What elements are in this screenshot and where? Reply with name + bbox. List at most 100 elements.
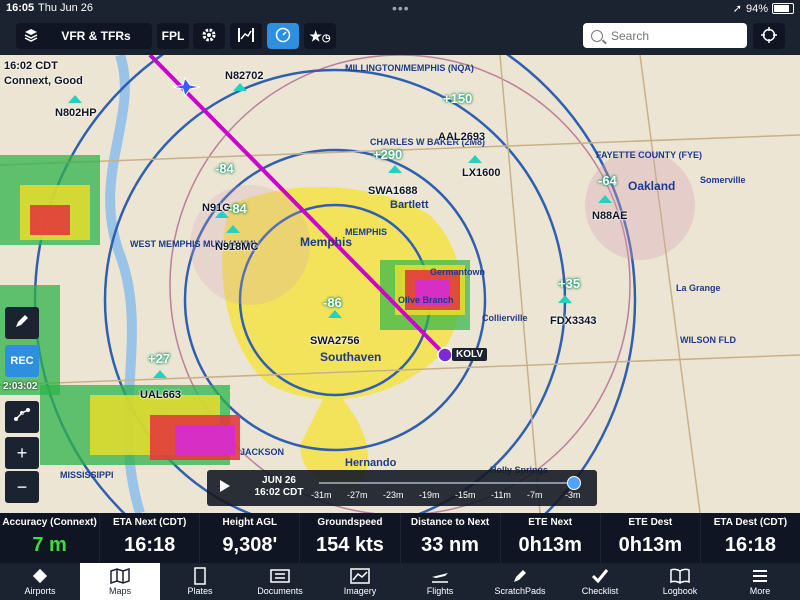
- timeline-tick: -31m: [311, 490, 332, 500]
- traffic-label[interactable]: UAL663: [140, 389, 181, 401]
- instrument-eta-dest[interactable]: ETA Dest (CDT) 16:18: [701, 513, 800, 563]
- map-toolbar: VFR & TFRs FPL ★◷: [0, 18, 800, 55]
- traffic-altitude: -84: [228, 201, 247, 216]
- timeline-track[interactable]: [319, 482, 577, 484]
- play-button[interactable]: [213, 476, 237, 500]
- map-header-source: Connext, Good: [4, 75, 83, 87]
- weather-animation-timeline: JUN 26 16:02 CDT -31m -27m -23m -19m -15…: [207, 470, 597, 506]
- instrument-label: ETA Dest (CDT): [713, 517, 788, 528]
- timeline-scrubber-handle[interactable]: [567, 476, 581, 490]
- annotate-button[interactable]: [5, 307, 39, 339]
- search-input[interactable]: [609, 27, 743, 44]
- tab-flights[interactable]: Flights: [400, 563, 480, 600]
- track-log-record-button[interactable]: REC: [5, 345, 39, 377]
- instrument-label: ETE Next: [528, 517, 573, 528]
- location-arrow-icon: ➚: [732, 3, 742, 15]
- tab-imagery[interactable]: Imagery: [320, 563, 400, 600]
- tab-label: Airports: [24, 586, 56, 596]
- map-label: Collierville: [482, 313, 528, 323]
- tab-logbook[interactable]: Logbook: [640, 563, 720, 600]
- map-header-time: 16:02 CDT: [4, 60, 58, 72]
- traffic-label[interactable]: AAL2693: [438, 131, 485, 143]
- tab-checklist[interactable]: Checklist: [560, 563, 640, 600]
- tab-maps[interactable]: Maps: [80, 563, 160, 600]
- favorites-recents-button[interactable]: ★◷: [304, 23, 336, 49]
- instrument-value: 16:18: [124, 534, 176, 556]
- route-icon: [13, 407, 31, 428]
- instrument-value: 0h13m: [618, 534, 682, 556]
- instrument-label: Distance to Next: [410, 517, 490, 528]
- instrument-distance-next[interactable]: Distance to Next 33 nm: [401, 513, 501, 563]
- map-layer-button[interactable]: VFR & TFRs: [16, 23, 152, 49]
- search-box[interactable]: [583, 23, 747, 48]
- profile-view-icon: [237, 27, 255, 46]
- instrument-groundspeed[interactable]: Groundspeed 154 kts: [300, 513, 401, 563]
- traffic-altitude: +290: [373, 147, 403, 162]
- instrument-eta-next[interactable]: ETA Next (CDT) 16:18: [100, 513, 201, 563]
- instrument-value: 0h13m: [518, 534, 582, 556]
- zoom-out-button[interactable]: −: [5, 471, 39, 503]
- plus-icon: +: [16, 442, 28, 463]
- flights-icon: [430, 567, 450, 585]
- route-edit-button[interactable]: [5, 401, 39, 433]
- status-time: 16:05: [6, 2, 35, 14]
- minus-icon: −: [16, 476, 28, 497]
- profile-view-button[interactable]: [230, 23, 262, 49]
- checklist-icon: [591, 567, 609, 585]
- map-label: Somerville: [700, 175, 746, 185]
- map-label: Oakland: [628, 179, 676, 193]
- tab-label: Documents: [257, 586, 303, 596]
- tab-scratchpads[interactable]: ScratchPads: [480, 563, 560, 600]
- map-label: Hernando: [345, 457, 397, 469]
- zoom-in-button[interactable]: +: [5, 437, 39, 469]
- tab-more[interactable]: More: [720, 563, 800, 600]
- plates-icon: [192, 567, 208, 585]
- instrument-value: 16:18: [724, 534, 777, 556]
- gear-icon: [201, 27, 217, 46]
- tab-label: More: [749, 586, 771, 596]
- instrument-height-agl[interactable]: Height AGL 9,308': [200, 513, 301, 563]
- tab-label: Maps: [108, 586, 131, 596]
- traffic-label[interactable]: SWA1688: [368, 185, 418, 197]
- instrument-label: ETA Next (CDT): [113, 517, 187, 528]
- traffic-label[interactable]: N88AE: [592, 210, 627, 222]
- tab-label: Logbook: [662, 586, 698, 596]
- tab-label: Imagery: [343, 586, 377, 596]
- instrument-accuracy[interactable]: Accuracy (Connext) 7 m: [0, 513, 101, 563]
- instrument-panel-button[interactable]: [267, 23, 299, 49]
- traffic-label[interactable]: N802HP: [55, 107, 97, 119]
- traffic-label[interactable]: N91G: [202, 202, 231, 214]
- search-icon: [591, 29, 603, 42]
- tab-airports[interactable]: Airports: [0, 563, 80, 600]
- traffic-label[interactable]: LX1600: [462, 167, 501, 179]
- tab-label: ScratchPads: [494, 586, 546, 596]
- traffic-altitude: +150: [443, 91, 473, 106]
- tab-documents[interactable]: Documents: [240, 563, 320, 600]
- traffic-label[interactable]: FDX3343: [550, 315, 596, 327]
- tab-bar: Airports Maps Plates Documents Imagery F…: [0, 563, 800, 600]
- status-date: Thu Jun 26: [38, 2, 94, 14]
- documents-icon: [270, 567, 290, 585]
- locate-button[interactable]: [753, 23, 785, 49]
- airports-icon: [31, 567, 49, 585]
- timeline-ticks: -31m -27m -23m -19m -15m -11m -7m -3m: [311, 490, 589, 504]
- timeline-tick: -7m: [527, 490, 543, 500]
- instrument-ete-dest[interactable]: ETE Dest 0h13m: [601, 513, 701, 563]
- instrument-value: 154 kts: [316, 534, 384, 556]
- multitask-dots-icon[interactable]: •••: [392, 0, 410, 16]
- instrument-ete-next[interactable]: ETE Next 0h13m: [501, 513, 601, 563]
- tab-plates[interactable]: Plates: [160, 563, 240, 600]
- destination-label[interactable]: KOLV: [452, 348, 488, 361]
- logbook-icon: [670, 567, 690, 585]
- traffic-label[interactable]: SWA2756: [310, 335, 360, 347]
- settings-button[interactable]: [193, 23, 225, 49]
- map-label: Southaven: [320, 350, 382, 364]
- traffic-altitude: +35: [558, 276, 581, 291]
- traffic-label[interactable]: N918MC: [215, 241, 258, 253]
- fpl-button[interactable]: FPL: [157, 23, 189, 49]
- timeline-tick: -15m: [455, 490, 476, 500]
- status-right: ➚ 94%: [733, 2, 794, 15]
- sectional-map[interactable]: 16:02 CDT Connext, Good MILLINGTON/MEMPH…: [0, 55, 800, 513]
- traffic-label[interactable]: N82702: [225, 70, 264, 82]
- map-label: MISSISSIPPI: [60, 470, 114, 480]
